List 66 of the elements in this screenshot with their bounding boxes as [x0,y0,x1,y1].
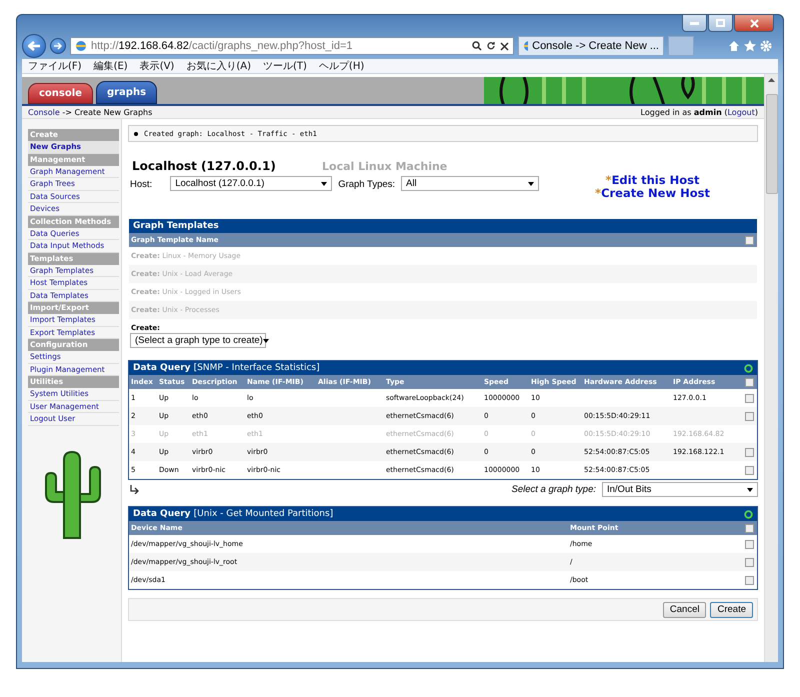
right-arrow-icon [54,42,62,50]
globe-icon [75,40,87,52]
row-checkbox[interactable] [744,558,754,566]
host-title: Localhost (127.0.0.1) [132,159,277,173]
caret-icon [528,182,534,186]
graph-type-select[interactable]: In/Out Bits [602,482,758,497]
globe-icon [523,40,528,52]
filter-select[interactable]: Localhost (127.0.0.1) [170,176,332,191]
nav-tab[interactable]: console [28,83,93,104]
form-button[interactable]: Create [710,602,753,618]
section-title: Graph Templates [133,221,219,231]
row-checkbox[interactable] [744,540,754,548]
close-icon[interactable] [734,15,774,32]
close-icon[interactable] [500,42,509,50]
select-all-checkbox[interactable] [744,236,754,244]
settings-icon[interactable] [760,40,772,52]
refresh-icon[interactable] [486,41,496,51]
row-checkbox[interactable] [744,394,754,402]
url-text: http://192.168.64.82/cacti/graphs_new.php?host_id=1 [91,40,352,52]
ring-icon [744,510,753,518]
menu-item[interactable]: 編集(E) [94,59,128,73]
logout-link[interactable]: Logout [727,108,755,116]
select-all-checkbox[interactable] [744,524,754,532]
bullet-icon [134,132,138,136]
left-arrow-icon [28,41,40,51]
menu-item[interactable]: お気に入り(A) [186,59,251,73]
scrollbar-thumb[interactable] [766,94,778,194]
home-icon[interactable] [728,40,740,52]
filter-select[interactable]: All [401,176,540,191]
row-checkbox[interactable] [744,448,754,456]
graph-type-select[interactable]: (Select a graph type to create) [130,333,266,348]
menu-item[interactable]: 表示(V) [140,59,174,73]
caret-icon [262,338,269,342]
host-description: Local Linux Machine [322,160,448,172]
star-icon[interactable] [744,40,756,52]
forward-button[interactable] [50,38,66,54]
row-checkbox[interactable] [744,412,754,420]
nav-tab[interactable]: graphs [96,81,158,104]
caret-icon [321,182,328,186]
corner-arrow-icon [130,485,139,494]
host-link[interactable]: *Edit this Host [606,174,700,187]
menu-item[interactable]: ヘルプ(H) [318,59,364,73]
row-checkbox[interactable] [744,466,754,474]
caret-icon [747,488,753,492]
section-title: Data Query [Unix - Get Mounted Partitions] [133,509,334,519]
form-button[interactable]: Cancel [662,602,706,618]
back-button[interactable] [22,34,46,58]
ring-icon [744,364,753,372]
search-icon[interactable] [472,41,482,51]
filter-label: Graph Types: [338,179,396,190]
maximize-icon[interactable] [708,15,733,32]
section-title: Data Query [SNMP - Interface Statistics] [133,363,320,373]
minimize-icon[interactable] [682,15,707,32]
browser-tab[interactable]: Console -> Create New ... [518,36,664,56]
scroll-up-icon[interactable] [768,78,775,82]
host-link[interactable]: *Create New Host [595,187,710,200]
select-all-checkbox[interactable] [744,378,754,386]
login-status: Logged in as admin (Logout) [640,108,758,116]
row-checkbox[interactable] [744,576,754,584]
graph-type-label: Select a graph type: [512,484,596,495]
breadcrumb-link[interactable]: Console [28,108,60,116]
address-bar[interactable]: http://192.168.64.82/cacti/graphs_new.php?host_id=1 [70,37,514,55]
filter-label: Host: [130,179,152,190]
menu-item[interactable]: ファイル(F) [28,59,82,73]
breadcrumb: Console -> Create New Graphs [28,108,152,116]
menu-item[interactable]: ツール(T) [263,59,307,73]
